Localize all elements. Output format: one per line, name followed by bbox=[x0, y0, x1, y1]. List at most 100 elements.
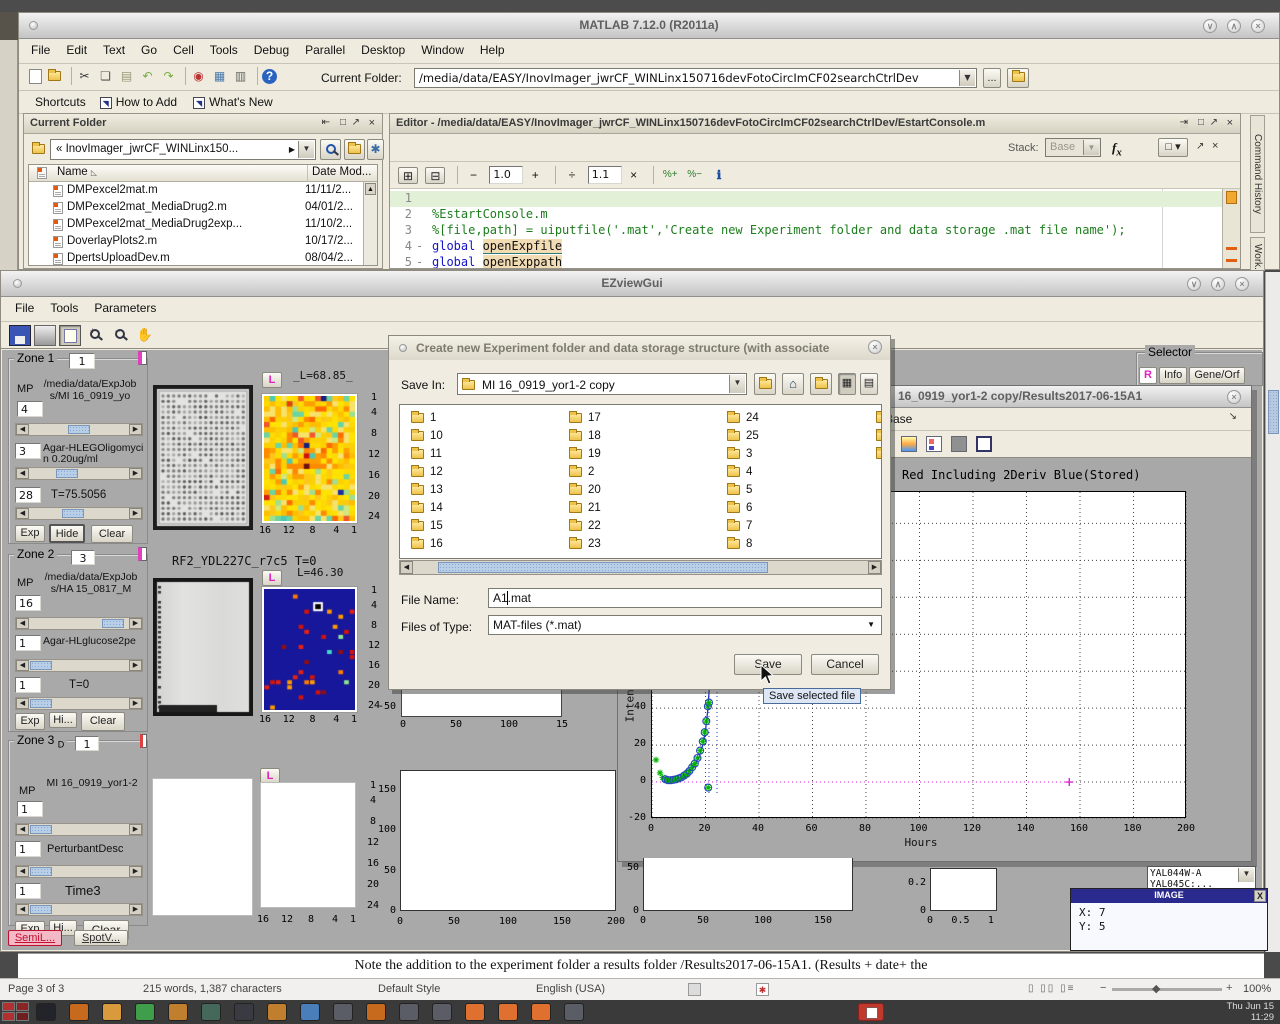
ezview-menu-file[interactable]: File bbox=[15, 301, 34, 315]
close-icon[interactable]: X bbox=[1254, 890, 1266, 902]
matlab-menu-parallel[interactable]: Parallel bbox=[305, 43, 345, 57]
semilog-button[interactable]: SemiL... bbox=[8, 930, 62, 946]
shortcuts-label[interactable]: Shortcuts bbox=[35, 95, 86, 109]
dock-icon[interactable]: ⇤ bbox=[322, 117, 330, 128]
matlab-taskbar-icon[interactable] bbox=[69, 1003, 89, 1021]
close-icon[interactable]: × bbox=[868, 340, 882, 354]
cut-icon[interactable]: ✂ bbox=[76, 68, 93, 85]
current-folder-combobox[interactable]: /media/data/EASY/InovImager_jwrCF_WINLin… bbox=[414, 68, 977, 88]
folder-item[interactable]: 22 bbox=[569, 519, 601, 535]
folder-item[interactable]: 21 bbox=[569, 501, 601, 517]
zoom-out-icon[interactable]: − bbox=[109, 325, 131, 346]
zone2-mp-scrollbar[interactable]: ◀▶ bbox=[15, 617, 143, 630]
maximize-panel-icon[interactable]: □ bbox=[340, 117, 346, 128]
folder-item[interactable]: 25 bbox=[727, 429, 759, 445]
close-panel-icon[interactable]: × bbox=[369, 117, 375, 129]
zone2-exp-button[interactable]: Exp bbox=[15, 713, 45, 730]
code-line[interactable]: 2%EstartConsole.m bbox=[390, 207, 1222, 223]
breadcrumb-arrow-icon[interactable]: ▶ bbox=[289, 140, 295, 159]
workspace-tab[interactable]: Work... bbox=[1250, 237, 1265, 271]
save-in-combobox[interactable]: MI 16_0919_yor1-2 copy ▼ bbox=[457, 373, 747, 395]
document-text-strip[interactable]: Note the addition to the experiment fold… bbox=[18, 953, 1264, 978]
matlab-menu-file[interactable]: File bbox=[31, 43, 50, 57]
save-icon[interactable] bbox=[9, 325, 31, 346]
undock-icon[interactable]: ↗ bbox=[1210, 117, 1218, 128]
folder-item[interactable]: 17 bbox=[569, 411, 601, 427]
zone1-hide-button[interactable]: Hide bbox=[49, 524, 85, 543]
undock-editor-icon[interactable]: ↗ bbox=[1196, 141, 1204, 152]
workspace-switcher[interactable] bbox=[2, 1002, 30, 1022]
matlab-menu-edit[interactable]: Edit bbox=[66, 43, 87, 57]
folder-item[interactable]: 23 bbox=[569, 537, 601, 553]
zone1-heatmap[interactable] bbox=[262, 394, 357, 523]
fx-icon[interactable]: fx bbox=[1112, 140, 1122, 159]
zone3-time-scrollbar[interactable]: ◀▶ bbox=[15, 903, 143, 916]
stack-combobox[interactable]: Base▼ bbox=[1045, 138, 1101, 157]
matlab-menu-text[interactable]: Text bbox=[103, 43, 125, 57]
zone1-clear-button[interactable]: Clear bbox=[91, 525, 133, 543]
matlab-titlebar[interactable]: MATLAB 7.12.0 (R2011a) ∨ ∧ × bbox=[19, 13, 1279, 39]
zoom-in-icon[interactable]: + bbox=[84, 325, 106, 346]
zone1-exp-button[interactable]: Exp bbox=[15, 525, 45, 542]
folder-item[interactable]: 13 bbox=[411, 483, 443, 499]
zone1-media-field[interactable]: 3 bbox=[15, 443, 41, 459]
window-menu-icon[interactable] bbox=[399, 344, 407, 352]
spreadsheet-taskbar-icon[interactable] bbox=[135, 1003, 155, 1021]
image-window-titlebar[interactable]: IMAGE X bbox=[1071, 889, 1267, 903]
folder-2-taskbar-icon[interactable] bbox=[267, 1003, 287, 1021]
dialog-titlebar[interactable]: Create new Experiment folder and data st… bbox=[389, 336, 890, 360]
folder-item[interactable]: 24 bbox=[727, 411, 759, 427]
status-page[interactable]: Page 3 of 3 bbox=[8, 983, 64, 995]
folder-list-hscrollbar[interactable]: ◀▶ bbox=[399, 560, 882, 575]
file-table-header[interactable]: Name ◺ Date Mod... bbox=[29, 165, 377, 182]
legend-icon[interactable] bbox=[59, 325, 81, 346]
zone1-mp-field[interactable]: 4 bbox=[17, 401, 43, 417]
chevron-down-icon[interactable]: ▼ bbox=[729, 375, 745, 393]
breadcrumb[interactable]: « InovImager_jwrCF_WINLinx150... ▶ ▼ bbox=[50, 139, 316, 160]
matlab-menu-tools[interactable]: Tools bbox=[210, 43, 238, 57]
close-icon[interactable]: × bbox=[1251, 19, 1265, 33]
folder-item-cut[interactable] bbox=[876, 447, 882, 463]
folder-item[interactable]: 15 bbox=[411, 519, 443, 535]
cell-value-field[interactable]: 1.0 bbox=[489, 166, 523, 184]
selector-button-geneorf[interactable]: Gene/Orf bbox=[1189, 367, 1244, 384]
grid-view-icon[interactable]: ▦ bbox=[838, 373, 856, 395]
resize-corner-icon[interactable]: ↘ bbox=[1229, 411, 1237, 422]
redo-icon[interactable]: ↷ bbox=[160, 68, 177, 85]
zone2-mp-field[interactable]: 16 bbox=[15, 595, 41, 611]
code-line[interactable]: 4-global openExpfile bbox=[390, 239, 1222, 255]
code-line[interactable]: 1 bbox=[390, 191, 1222, 207]
folder-item[interactable]: 8 bbox=[727, 537, 752, 553]
pan-icon[interactable]: ✋ bbox=[134, 325, 156, 346]
zone3-corner-icon[interactable] bbox=[140, 734, 147, 748]
folder-item[interactable]: 12 bbox=[411, 465, 443, 481]
clock[interactable]: Thu Jun 15 11:29 bbox=[1226, 1001, 1274, 1023]
folder-item[interactable]: 14 bbox=[411, 501, 443, 517]
zoom-out-icon[interactable]: − bbox=[1100, 982, 1106, 994]
up-one-level-button[interactable] bbox=[344, 139, 365, 160]
date-column-header[interactable]: Date Mod... bbox=[312, 166, 371, 178]
copy-icon[interactable]: ❏ bbox=[97, 68, 114, 85]
editor-panel-header[interactable]: Editor - /media/data/EASY/InovImager_jwr… bbox=[390, 114, 1240, 134]
multiply-icon[interactable]: × bbox=[625, 167, 642, 184]
folder-item[interactable]: 5 bbox=[727, 483, 752, 499]
file-row[interactable]: DMPexcel2mat.m11/11/2... bbox=[29, 182, 363, 199]
cancel-button[interactable]: Cancel bbox=[811, 654, 879, 675]
zone2-media-scrollbar[interactable]: ◀▶ bbox=[15, 659, 143, 672]
firefox-3-taskbar-icon[interactable] bbox=[531, 1003, 551, 1021]
zone3-index-field[interactable]: 1 bbox=[75, 736, 99, 751]
zone3-media-field[interactable]: 1 bbox=[15, 841, 41, 857]
writer-doc-taskbar-icon[interactable] bbox=[300, 1003, 320, 1021]
maximize-icon[interactable]: ∧ bbox=[1227, 19, 1241, 33]
file-name-input[interactable]: A1.mat bbox=[488, 588, 882, 608]
code-line[interactable]: 5-global openExppath bbox=[390, 255, 1222, 268]
insert-cell-divider-icon[interactable]: ⊟ bbox=[425, 167, 445, 184]
matlab-2-taskbar-icon[interactable] bbox=[366, 1003, 386, 1021]
folder-taskbar-icon[interactable] bbox=[168, 1003, 188, 1021]
zone2-time-scrollbar[interactable]: ◀▶ bbox=[15, 697, 143, 710]
guide-icon[interactable]: ▦ bbox=[211, 68, 228, 85]
app-gray-1-taskbar-icon[interactable] bbox=[333, 1003, 353, 1021]
ezview-menu-tools[interactable]: Tools bbox=[50, 301, 78, 315]
zone2-index-field[interactable]: 3 bbox=[71, 550, 95, 565]
file-row[interactable]: DMPexcel2mat_MediaDrug2exp...11/10/2... bbox=[29, 216, 363, 233]
